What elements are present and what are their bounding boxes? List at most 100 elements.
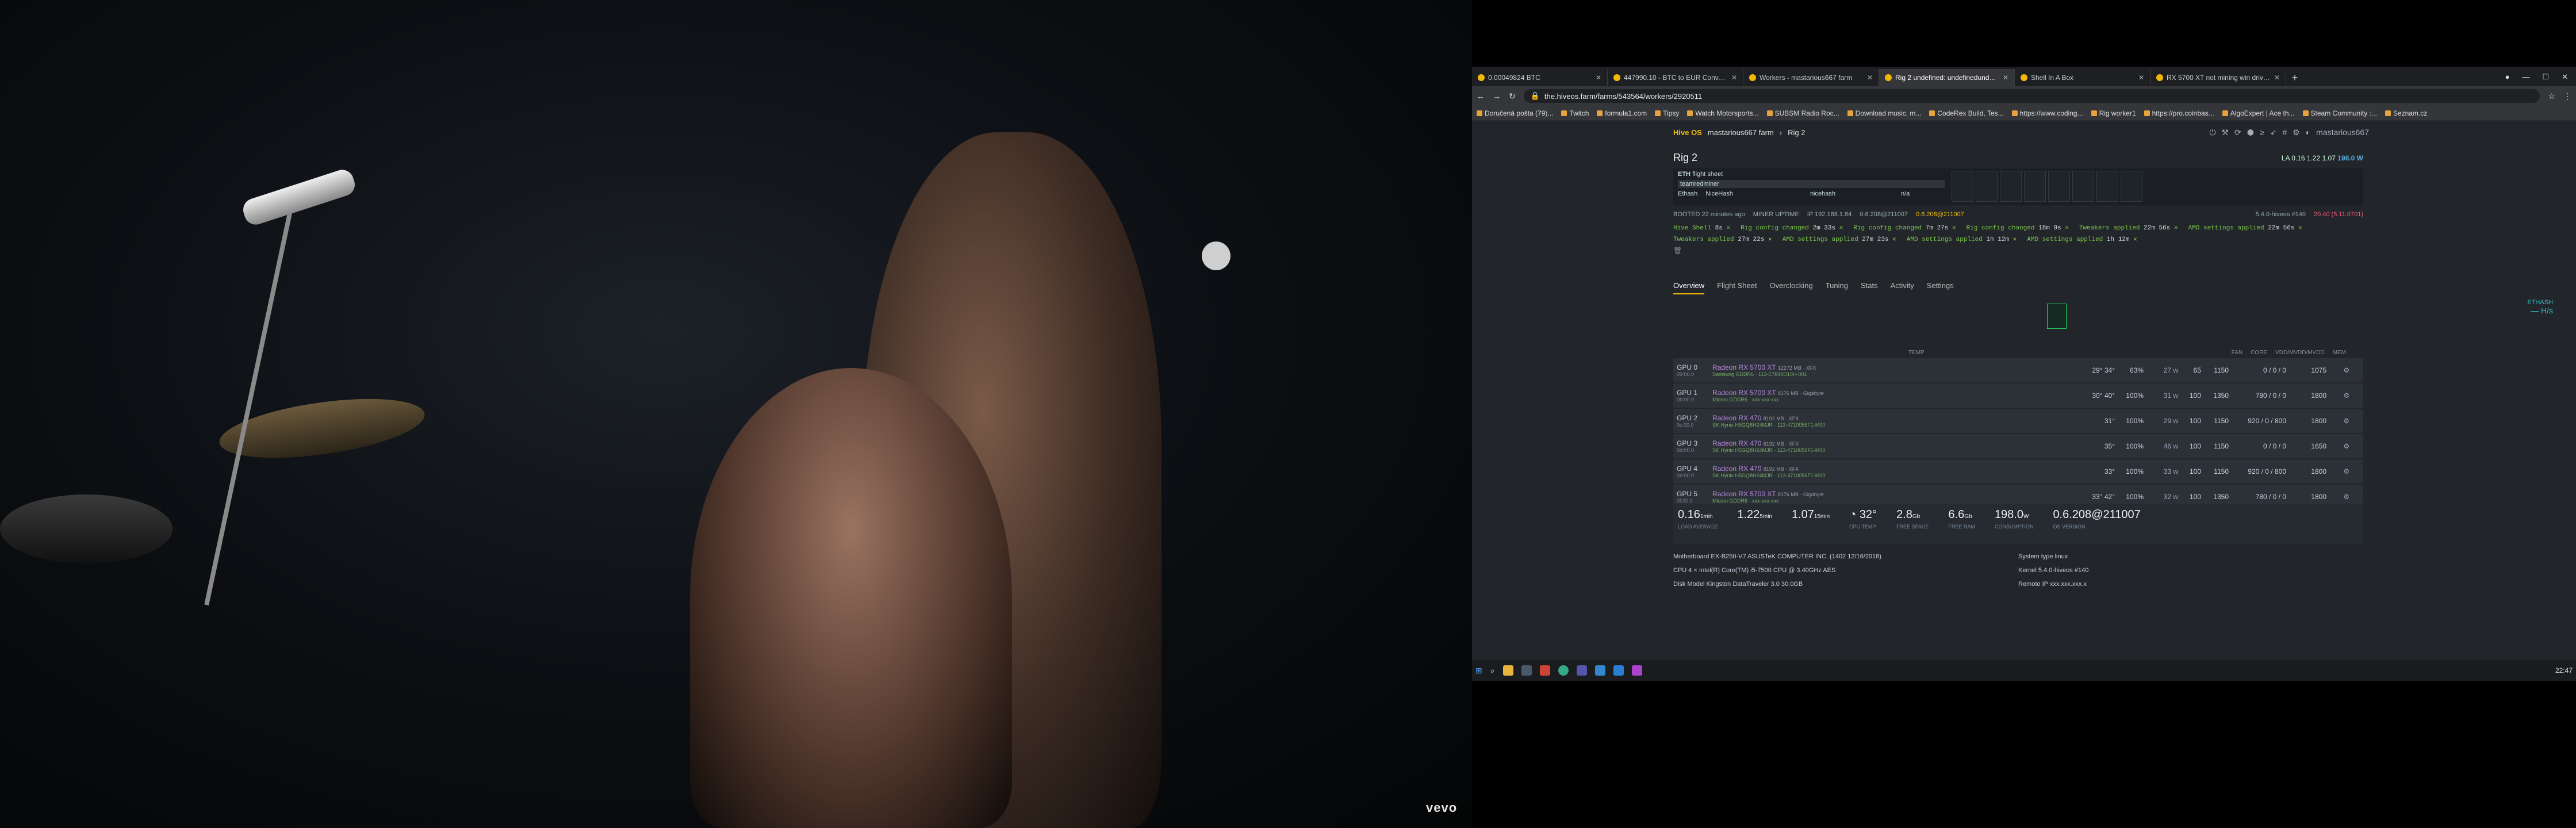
event-item[interactable]: Rig config changed 2m 33s ✕ (1741, 224, 1843, 232)
star-icon[interactable]: ☆ (2548, 91, 2555, 101)
close-icon[interactable]: ✕ (1867, 74, 1873, 82)
user-name[interactable]: mastarious667 (2316, 128, 2369, 137)
tools-icon[interactable]: ⚒ (2221, 128, 2229, 137)
bookmark-item[interactable]: SUBSM Radio Roc... (1766, 109, 1839, 117)
bookmark-item[interactable]: Doručená pošta (79)... (1477, 109, 1553, 117)
hive-icon[interactable]: ⬢ (2247, 128, 2254, 137)
back-icon[interactable]: ← (1477, 91, 1485, 101)
event-item[interactable]: Hive Shell 8s ✕ (1673, 224, 1730, 232)
browser-tab[interactable]: RX 5700 XT not mining win drivers ✕ (2150, 69, 2286, 86)
gpu-row[interactable]: GPU 3 0d:00.0 Radeon RX 470 8192 MB · XFX… (1673, 434, 2363, 458)
browser-tab[interactable]: Shell In A Box ✕ (2015, 69, 2150, 86)
chrome-icon[interactable] (1558, 665, 1569, 676)
gpu-row[interactable]: GPU 0 09:00.0 Radeon RX 5700 XT 12272 MB … (1673, 358, 2363, 382)
bookmark-item[interactable]: formula1.com (1597, 109, 1647, 117)
account-icon[interactable]: ● (2505, 72, 2510, 82)
bookmark-label: Doručená pošta (79)... (1485, 109, 1554, 117)
tab-title: 447990.10 - BTC to EUR Conversion (1624, 74, 1728, 82)
bookmark-item[interactable]: Steam Community :... (2302, 109, 2377, 117)
event-item[interactable]: AMD settings applied 27m 23s ✕ (1782, 235, 1896, 243)
bookmark-item[interactable]: CodeRex Build, Tes... (1929, 109, 2004, 117)
event-item[interactable]: AMD settings applied 22m 56s ✕ (2188, 224, 2302, 232)
vscode-icon[interactable] (1613, 665, 1624, 676)
gpu-settings-icon[interactable]: ⚙ (2326, 366, 2349, 374)
close-icon[interactable]: ✕ (2138, 74, 2144, 82)
gpu-row[interactable]: GPU 2 0c:00.0 Radeon RX 470 8192 MB · XFX… (1673, 409, 2363, 433)
file-explorer-icon[interactable] (1502, 665, 1513, 676)
hash-icon[interactable]: # (2282, 128, 2287, 137)
maximize-icon[interactable]: ☐ (2542, 72, 2549, 82)
bookmark-item[interactable]: Seznam.cz (2385, 109, 2427, 117)
taskbar-app-icon[interactable] (1594, 665, 1605, 676)
tab-overclocking[interactable]: Overclocking (1770, 281, 1813, 294)
bookmark-item[interactable]: Download music, m... (1847, 109, 1921, 117)
gpu-row[interactable]: GPU 4 0e:00.0 Radeon RX 470 8192 MB · XFX… (1673, 459, 2363, 484)
tab-stats[interactable]: Stats (1861, 281, 1878, 294)
address-bar[interactable]: 🔒 the.hiveos.farm/farms/543564/workers/2… (1523, 89, 2540, 103)
event-item[interactable]: Tweakers applied 27m 22s ✕ (1673, 235, 1772, 243)
minimize-icon[interactable]: — (2522, 72, 2529, 82)
close-icon[interactable]: ✕ (1596, 74, 1601, 82)
close-window-icon[interactable]: ✕ (2562, 72, 2568, 82)
flight-sheet-box[interactable]: ETH flight sheet teamredminer Ethash Nice… (1673, 168, 2363, 205)
gpu-row[interactable]: GPU 1 0b:00.0 Radeon RX 5700 XT 8176 MB ·… (1673, 384, 2363, 408)
tab-settings[interactable]: Settings (1927, 281, 1954, 294)
farm-selector[interactable]: mastarious667 farm (1708, 128, 1774, 137)
rocket-icon[interactable]: ➶ (2270, 128, 2277, 137)
new-tab-button[interactable]: + (2286, 69, 2303, 86)
browser-tab-active[interactable]: Rig 2 undefined: undefinedundefined ✕ (1879, 69, 2015, 86)
event-item[interactable]: AMD settings applied 1h 12m ✕ (2027, 235, 2137, 243)
bookmark-item[interactable]: https://www.coding... (2011, 109, 2083, 117)
browser-tab[interactable]: 447990.10 - BTC to EUR Conversion ✕ (1608, 69, 1743, 86)
gpu-settings-icon[interactable]: ⚙ (2326, 417, 2349, 425)
bookmark-item[interactable]: Rig worker1 (2091, 109, 2136, 117)
event-item[interactable]: Rig config changed 7m 27s ✕ (1853, 224, 1956, 232)
windows-start-icon[interactable]: ⊞ (1475, 666, 1482, 676)
bookmark-item[interactable]: https://pro.coinbas... (2144, 109, 2214, 117)
reload-icon[interactable]: ↻ (1509, 91, 1516, 101)
rig-selector[interactable]: Rig 2 (1788, 128, 1805, 137)
settings-icon[interactable]: ⚙ (2293, 128, 2300, 137)
bookmark-item[interactable]: Tipsy (1655, 109, 1679, 117)
hash-value: — H/s (2531, 306, 2553, 315)
bookmark-item[interactable]: Twitch (1561, 109, 1589, 117)
event-item[interactable]: AMD settings applied 1h 12m ✕ (1907, 235, 2017, 243)
gpu-settings-icon[interactable]: ⚙ (2326, 392, 2349, 400)
hive-logo[interactable]: Hive OS (1673, 128, 1702, 137)
tab-activity[interactable]: Activity (1891, 281, 1914, 294)
gpu-settings-icon[interactable]: ⚙ (2326, 467, 2349, 476)
taskbar-clock[interactable]: 22:47 (2555, 666, 2573, 674)
browser-tab[interactable]: Workers - mastarious667 farm ✕ (1743, 69, 1879, 86)
event-item[interactable]: Tweakers applied 22m 56s ✕ (2079, 224, 2178, 232)
browser-tab[interactable]: 0.00049824 BTC ✕ (1472, 69, 1608, 86)
mic-stand (204, 200, 295, 605)
refresh-icon[interactable]: ⟳ (2234, 128, 2241, 137)
tab-tuning[interactable]: Tuning (1826, 281, 1848, 294)
tab-overview[interactable]: Overview (1673, 281, 1705, 294)
browser-window: 0.00049824 BTC ✕ 447990.10 - BTC to EUR C… (1472, 67, 2576, 681)
terminal-icon[interactable]: ≥ (2260, 128, 2264, 137)
search-icon[interactable]: ⌕ (1490, 666, 1495, 676)
taskbar-app-icon[interactable] (1521, 665, 1532, 676)
power-icon[interactable]: ⏻ (2209, 128, 2215, 137)
close-icon[interactable]: ✕ (2274, 74, 2280, 82)
gpu-settings-icon[interactable]: ⚙ (2326, 442, 2349, 450)
bookmark-item[interactable]: AlgoExpert | Ace th... (2222, 109, 2295, 117)
forward-icon[interactable]: → (1493, 91, 1501, 101)
trash-icon[interactable]: 🗑 (1673, 247, 2363, 255)
bookmark-item[interactable]: Watch Motorsports... (1687, 109, 1759, 117)
theme-icon[interactable]: ◐ (2306, 128, 2310, 137)
extensions-icon[interactable]: ⋮ (2563, 91, 2571, 101)
tab-flight-sheet[interactable]: Flight Sheet (1717, 281, 1757, 294)
taskbar-app-icon[interactable] (1576, 665, 1587, 676)
taskbar-app-icon[interactable] (1539, 665, 1550, 676)
close-icon[interactable]: ✕ (2003, 74, 2008, 82)
gpu-settings-icon[interactable]: ⚙ (2326, 493, 2349, 501)
video-player[interactable]: vevo (0, 0, 1472, 828)
event-item[interactable]: Rig config changed 18m 9s ✕ (1966, 224, 2069, 232)
version-update[interactable]: 0.6.208@211007 (1916, 211, 1964, 218)
algo-name: Ethash (1678, 190, 1698, 197)
tab-favicon (1613, 74, 1620, 81)
close-icon[interactable]: ✕ (1731, 74, 1737, 82)
taskbar-app-icon[interactable] (1631, 665, 1642, 676)
